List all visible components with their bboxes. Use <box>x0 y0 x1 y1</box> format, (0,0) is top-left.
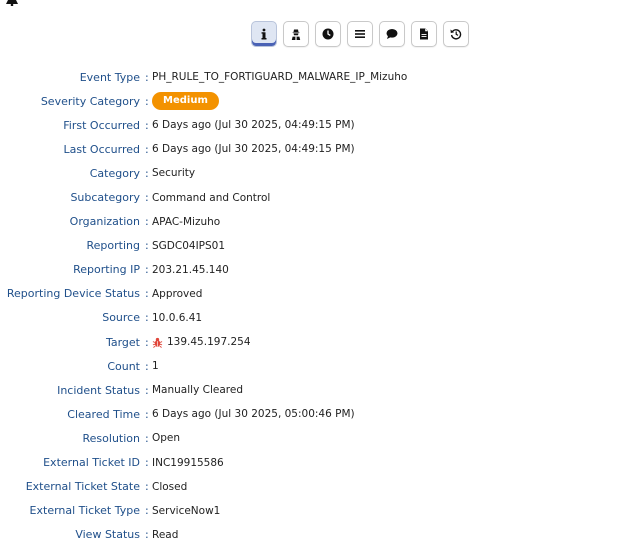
detail-row-last-occurred: Last Occurred: 6 Days ago (Jul 30 2025, … <box>0 137 642 161</box>
detail-row-source: Source: 10.0.6.41 <box>0 306 642 330</box>
first-occurred-label: First Occurred <box>63 118 140 132</box>
detail-row-count: Count: 1 <box>0 354 642 378</box>
colon: : <box>145 311 149 325</box>
colon: : <box>145 142 149 156</box>
detail-row-incident-status: Incident Status: Manually Cleared <box>0 378 642 402</box>
colon: : <box>145 383 149 397</box>
event-type-value: PH_RULE_TO_FORTIGUARD_MALWARE_IP_Mizuho <box>152 71 408 84</box>
reporting-device-status-label: Reporting Device Status <box>6 287 140 301</box>
category-value: Security <box>152 167 196 180</box>
subcategory-value: Command and Control <box>152 191 271 204</box>
info-icon <box>261 28 267 40</box>
external-ticket-state-value: Closed <box>152 480 188 493</box>
detail-row-category: Category: Security <box>0 161 642 185</box>
external-ticket-state-label: External Ticket State <box>25 480 140 494</box>
detail-row-organization: Organization: APAC-Mizuho <box>0 210 642 234</box>
file-icon <box>420 28 428 40</box>
comment-tab-button[interactable] <box>379 21 405 47</box>
detail-row-external-ticket-type: External Ticket Type: ServiceNow1 <box>0 499 642 523</box>
detail-toolbar <box>251 21 469 47</box>
last-occurred-value: 6 Days ago (Jul 30 2025, 04:49:15 PM) <box>152 143 355 156</box>
history-icon <box>450 29 462 40</box>
external-ticket-type-value: ServiceNow1 <box>152 504 221 517</box>
reporting-ip-value: 203.21.45.140 <box>152 263 229 276</box>
category-label: Category <box>89 166 140 180</box>
file-tab-button[interactable] <box>411 21 437 47</box>
user-secret-tab-button[interactable] <box>283 21 309 47</box>
cleared-time-label: Cleared Time <box>67 407 140 421</box>
colon: : <box>145 118 149 132</box>
colon: : <box>145 263 149 277</box>
detail-row-view-status: View Status: Read <box>0 523 642 547</box>
colon: : <box>145 287 149 301</box>
history-tab-button[interactable] <box>443 21 469 47</box>
colon: : <box>145 504 149 518</box>
detail-row-reporting: Reporting: SGDC04IPS01 <box>0 234 642 258</box>
severity-category-label: Severity Category <box>40 94 140 108</box>
colon: : <box>145 456 149 470</box>
count-label: Count <box>107 359 140 373</box>
detail-row-external-ticket-state: External Ticket State: Closed <box>0 475 642 499</box>
detail-row-subcategory: Subcategory: Command and Control <box>0 185 642 209</box>
bell-icon[interactable] <box>5 0 19 7</box>
detail-row-target: Target: 139.45.197.254 <box>0 330 642 354</box>
incident-details: Event Type: PH_RULE_TO_FORTIGUARD_MALWAR… <box>0 65 642 547</box>
comment-icon <box>386 29 398 39</box>
colon: : <box>145 70 149 84</box>
reporting-value: SGDC04IPS01 <box>152 239 226 252</box>
cleared-time-value: 6 Days ago (Jul 30 2025, 05:00:46 PM) <box>152 408 355 421</box>
detail-row-cleared-time: Cleared Time: 6 Days ago (Jul 30 2025, 0… <box>0 402 642 426</box>
user-secret-icon <box>291 29 301 40</box>
external-ticket-id-label: External Ticket ID <box>43 456 140 470</box>
target-label: Target <box>105 335 140 349</box>
colon: : <box>145 191 149 205</box>
detail-row-reporting-ip: Reporting IP: 203.21.45.140 <box>0 258 642 282</box>
detail-row-external-ticket-id: External Ticket ID: INC19915586 <box>0 451 642 475</box>
colon: : <box>145 431 149 445</box>
detail-row-resolution: Resolution: Open <box>0 426 642 450</box>
view-status-label: View Status <box>75 528 140 542</box>
list-tab-button[interactable] <box>347 21 373 47</box>
resolution-value: Open <box>152 432 181 445</box>
colon: : <box>145 166 149 180</box>
colon: : <box>145 239 149 253</box>
severity-badge: Medium <box>152 92 219 111</box>
clock-icon <box>322 28 334 40</box>
resolution-label: Resolution <box>82 431 140 445</box>
incident-status-label: Incident Status <box>57 383 140 397</box>
colon: : <box>145 94 149 108</box>
last-occurred-label: Last Occurred <box>63 142 141 156</box>
subcategory-label: Subcategory <box>70 191 140 205</box>
list-icon <box>355 30 365 38</box>
target-value: 139.45.197.254 <box>167 336 251 349</box>
detail-row-event-type: Event Type: PH_RULE_TO_FORTIGUARD_MALWAR… <box>0 65 642 89</box>
count-value: 1 <box>152 360 159 373</box>
colon: : <box>145 407 149 421</box>
info-tab-button[interactable] <box>251 21 277 47</box>
colon: : <box>145 480 149 494</box>
reporting-device-status-value: Approved <box>152 287 203 300</box>
source-label: Source <box>102 311 140 325</box>
detail-row-reporting-device-status: Reporting Device Status: Approved <box>0 282 642 306</box>
detail-row-first-occurred: First Occurred: 6 Days ago (Jul 30 2025,… <box>0 113 642 137</box>
colon: : <box>145 359 149 373</box>
colon: : <box>145 335 149 349</box>
colon: : <box>145 528 149 542</box>
colon: : <box>145 215 149 229</box>
external-ticket-id-value: INC19915586 <box>152 456 224 469</box>
organization-value: APAC-Mizuho <box>152 215 221 228</box>
clock-tab-button[interactable] <box>315 21 341 47</box>
event-type-label: Event Type <box>79 70 140 84</box>
reporting-label: Reporting <box>86 239 140 253</box>
source-value: 10.0.6.41 <box>152 311 203 324</box>
organization-label: Organization <box>69 215 140 229</box>
view-status-value: Read <box>152 528 179 541</box>
first-occurred-value: 6 Days ago (Jul 30 2025, 04:49:15 PM) <box>152 119 355 132</box>
detail-row-severity: Severity Category: Medium <box>0 89 642 113</box>
bug-icon <box>152 337 163 348</box>
reporting-ip-label: Reporting IP <box>73 263 140 277</box>
external-ticket-type-label: External Ticket Type <box>29 504 140 518</box>
incident-status-value: Manually Cleared <box>152 384 243 397</box>
